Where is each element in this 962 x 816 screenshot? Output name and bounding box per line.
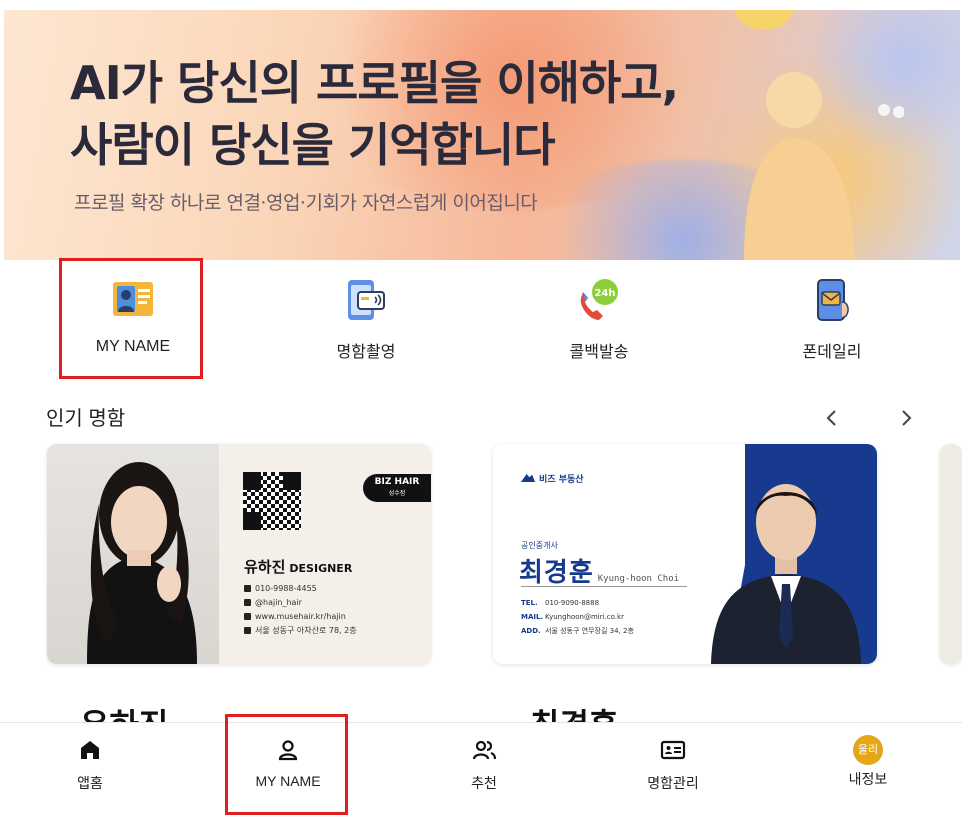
nav-item-recommend[interactable]: 추천 [414,737,554,793]
business-card-hajin[interactable]: BIZ HAIR 성수점 유하진 DESIGNER 010-9988-4455 @… [47,444,431,664]
quick-item-label: 명함촬영 [336,344,396,361]
card-divider [521,586,687,587]
banner-blob [734,10,794,30]
chevron-right-icon[interactable] [894,404,918,432]
card-tel-label: TEL. [521,599,538,607]
card-photo [47,444,219,664]
card-mail-value: Kyunghoon@miri.co.kr [545,613,624,621]
quick-item-label: 콜백발송 [569,344,629,361]
bottom-navigation: 앱홈 MY NAME 추천 명함관리 울리 내정보 [0,722,962,816]
avatar: 울리 [853,735,883,765]
nav-item-my-info[interactable]: 울리 내정보 [798,735,938,789]
svg-text:24h: 24h [594,288,615,299]
brand-subname: 성수점 [388,490,406,497]
phone-mail-icon [817,279,849,321]
card-instagram: @hajin_hair [244,596,357,610]
nav-item-app-home[interactable]: 앱홈 [20,737,160,793]
person-silhouette-illustration [744,72,904,260]
quick-item-card-scan[interactable]: 명함촬영 [291,270,441,380]
card-mail: MAIL. Kyunghoon@miri.co.kr [521,610,634,624]
card-add-value: 서울 성동구 연무장길 34, 2층 [545,627,634,635]
card-website: www.musehair.kr/hajin [244,610,357,624]
quick-item-label: 폰데일리 [802,344,862,361]
man-portrait-image [711,484,861,664]
highlight-box-my-name [59,258,203,379]
card-address: 서울 성동구 아차산로 78, 2층 [244,624,357,638]
card-mail-label: MAIL. [521,613,544,621]
nav-label: 추천 [471,775,497,791]
qr-code [243,472,301,530]
card-person-name: 최경훈 [519,558,594,588]
id-card-icon [660,740,686,760]
brand-tag: BIZ HAIR 성수점 [363,474,431,502]
card-name: 유하진 DESIGNER [244,556,352,577]
card-tel: 010-9090-8888 [545,599,600,607]
banner-subtitle: 프로필 확장 하나로 연결·영업·기회가 자연스럽게 이어집니다 [74,192,538,214]
nav-label: 앱홈 [77,775,103,791]
card-role: 공인중개사 [521,541,558,550]
card-phone: TEL. 010-9090-8888 [521,596,634,610]
card-contact-lines: 010-9988-4455 @hajin_hair www.musehair.k… [244,582,357,638]
card-add-label: ADD. [521,627,541,635]
quick-item-phone-daily[interactable]: 폰데일리 [757,270,907,380]
section-title-popular-cards: 인기 명함 [46,408,126,430]
nav-label: 명함관리 [647,775,699,791]
card-address: ADD. 서울 성동구 연무장길 34, 2층 [521,624,634,638]
card-brand: 비즈 부동산 [521,472,584,485]
home-icon [81,741,99,759]
people-icon [472,740,497,760]
card-name: 최경훈 Kyung-hoon Choi [519,552,679,589]
callback-24h-icon: 24h [580,279,618,320]
brand-name: BIZ HAIR [374,477,420,487]
chevron-left-icon[interactable] [820,404,844,432]
business-card-peek[interactable] [940,444,962,664]
quick-item-callback[interactable]: 24h 콜백발송 [524,270,674,380]
banner-title: AI가 당신의 프로필을 이해하고, 사람이 당신을 기억합니다 [70,56,679,172]
card-phone: 010-9988-4455 [244,582,357,596]
nav-label: 내정보 [848,771,888,787]
woman-portrait-image [87,462,197,664]
business-card-kyunghoon[interactable]: 비즈 부동산 공인중개사 최경훈 Kyung-hoon Choi TEL. 010-… [493,444,877,664]
nav-item-card-manage[interactable]: 명함관리 [603,737,743,793]
card-person-title: DESIGNER [289,562,353,575]
card-person-name: 유하진 [244,558,286,576]
card-contact-lines: TEL. 010-9090-8888 MAIL. Kyunghoon@miri.co… [521,596,634,638]
card-person-name-en: Kyung-hoon Choi [597,574,680,584]
highlight-box-nav-my-name [225,714,348,815]
mountain-logo-icon [521,474,535,482]
hero-banner[interactable]: AI가 당신의 프로필을 이해하고, 사람이 당신을 기억합니다 프로필 확장 … [4,10,960,260]
card-scan-icon [348,280,385,320]
card-brand-name: 비즈 부동산 [539,475,584,485]
